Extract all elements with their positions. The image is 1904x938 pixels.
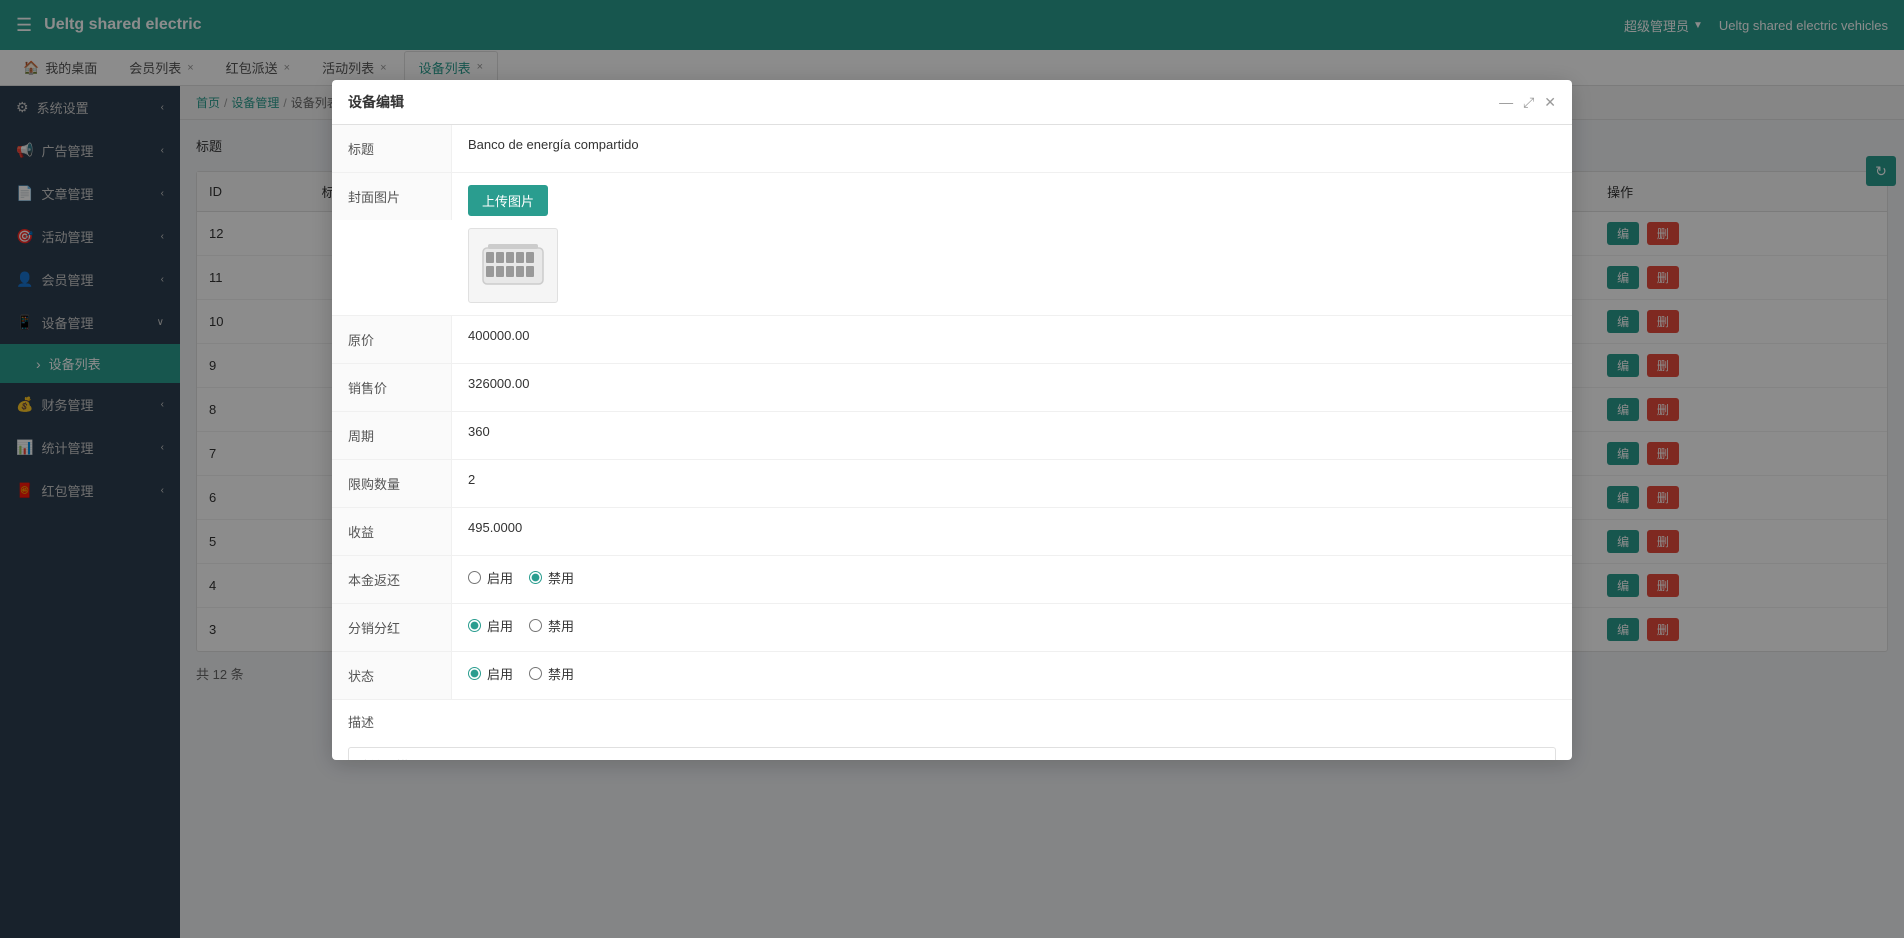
label-dividend: 分销分红 <box>332 604 452 651</box>
value-limit: 2 <box>468 472 475 487</box>
dividend-disable-label[interactable]: 禁用 <box>529 616 574 635</box>
dividend-radio-group: 启用 禁用 <box>468 616 574 635</box>
content-period: 360 <box>452 412 1572 451</box>
return-enable-label[interactable]: 启用 <box>468 568 513 587</box>
status-disable-label[interactable]: 禁用 <box>529 664 574 683</box>
form-row-cover: 封面图片 上传图片 <box>332 173 1572 316</box>
form-row-status: 状态 启用 禁用 <box>332 652 1572 700</box>
modal-header-actions: — ⤢ ✕ <box>1499 94 1556 111</box>
label-desc: 描述 <box>332 700 390 743</box>
return-enable-radio[interactable] <box>468 571 481 584</box>
device-edit-modal: 设备编辑 — ⤢ ✕ 标题 Banco de energía compartid… <box>332 80 1572 760</box>
label-sale-price: 销售价 <box>332 364 452 411</box>
label-yield: 收益 <box>332 508 452 555</box>
content-limit: 2 <box>452 460 1572 499</box>
content-title: Banco de energía compartido <box>452 125 1572 164</box>
form-row-period: 周期 360 <box>332 412 1572 460</box>
modal-overlay[interactable]: 设备编辑 — ⤢ ✕ 标题 Banco de energía compartid… <box>0 0 1904 938</box>
dividend-enable-radio[interactable] <box>468 619 481 632</box>
label-period: 周期 <box>332 412 452 459</box>
content-cover: 上传图片 <box>452 173 1572 315</box>
modal-minimize-button[interactable]: — <box>1499 94 1513 110</box>
label-original-price: 原价 <box>332 316 452 363</box>
label-status: 状态 <box>332 652 452 699</box>
label-cover: 封面图片 <box>332 173 452 220</box>
return-disable-label[interactable]: 禁用 <box>529 568 574 587</box>
label-return: 本金返还 <box>332 556 452 603</box>
label-limit: 限购数量 <box>332 460 452 507</box>
value-period: 360 <box>468 424 490 439</box>
form-row-title: 标题 Banco de energía compartido <box>332 125 1572 173</box>
form-row-return: 本金返还 启用 禁用 <box>332 556 1572 604</box>
status-radio-group: 启用 禁用 <box>468 664 574 683</box>
product-image <box>468 228 558 303</box>
dividend-disable-radio[interactable] <box>529 619 542 632</box>
content-status: 启用 禁用 <box>452 652 1572 695</box>
status-enable-label[interactable]: 启用 <box>468 664 513 683</box>
modal-header: 设备编辑 — ⤢ ✕ <box>332 80 1572 125</box>
content-sale-price: 326000.00 <box>452 364 1572 403</box>
status-disable-radio[interactable] <box>529 667 542 680</box>
form-row-dividend: 分销分红 启用 禁用 <box>332 604 1572 652</box>
form-row-yield: 收益 495.0000 <box>332 508 1572 556</box>
modal-maximize-button[interactable]: ⤢ <box>1523 94 1534 111</box>
value-yield: 495.0000 <box>468 520 522 535</box>
modal-body: 标题 Banco de energía compartido 封面图片 上传图片 <box>332 125 1572 760</box>
content-yield: 495.0000 <box>452 508 1572 547</box>
upload-image-button[interactable]: 上传图片 <box>468 185 548 216</box>
form-row-sale-price: 销售价 326000.00 <box>332 364 1572 412</box>
form-row-limit: 限购数量 2 <box>332 460 1572 508</box>
form-row-original-price: 原价 400000.00 <box>332 316 1572 364</box>
desc-content <box>332 743 1572 760</box>
desc-textarea[interactable] <box>348 747 1556 760</box>
modal-close-button[interactable]: ✕ <box>1544 94 1556 111</box>
value-sale-price: 326000.00 <box>468 376 529 391</box>
value-title: Banco de energía compartido <box>468 137 639 152</box>
content-return: 启用 禁用 <box>452 556 1572 599</box>
form-row-desc: 描述 <box>332 700 1572 760</box>
label-title: 标题 <box>332 125 452 172</box>
return-radio-group: 启用 禁用 <box>468 568 574 587</box>
product-svg <box>478 236 548 296</box>
content-original-price: 400000.00 <box>452 316 1572 355</box>
modal-title: 设备编辑 <box>348 92 404 112</box>
content-dividend: 启用 禁用 <box>452 604 1572 647</box>
dividend-enable-label[interactable]: 启用 <box>468 616 513 635</box>
value-original-price: 400000.00 <box>468 328 529 343</box>
status-enable-radio[interactable] <box>468 667 481 680</box>
return-disable-radio[interactable] <box>529 571 542 584</box>
